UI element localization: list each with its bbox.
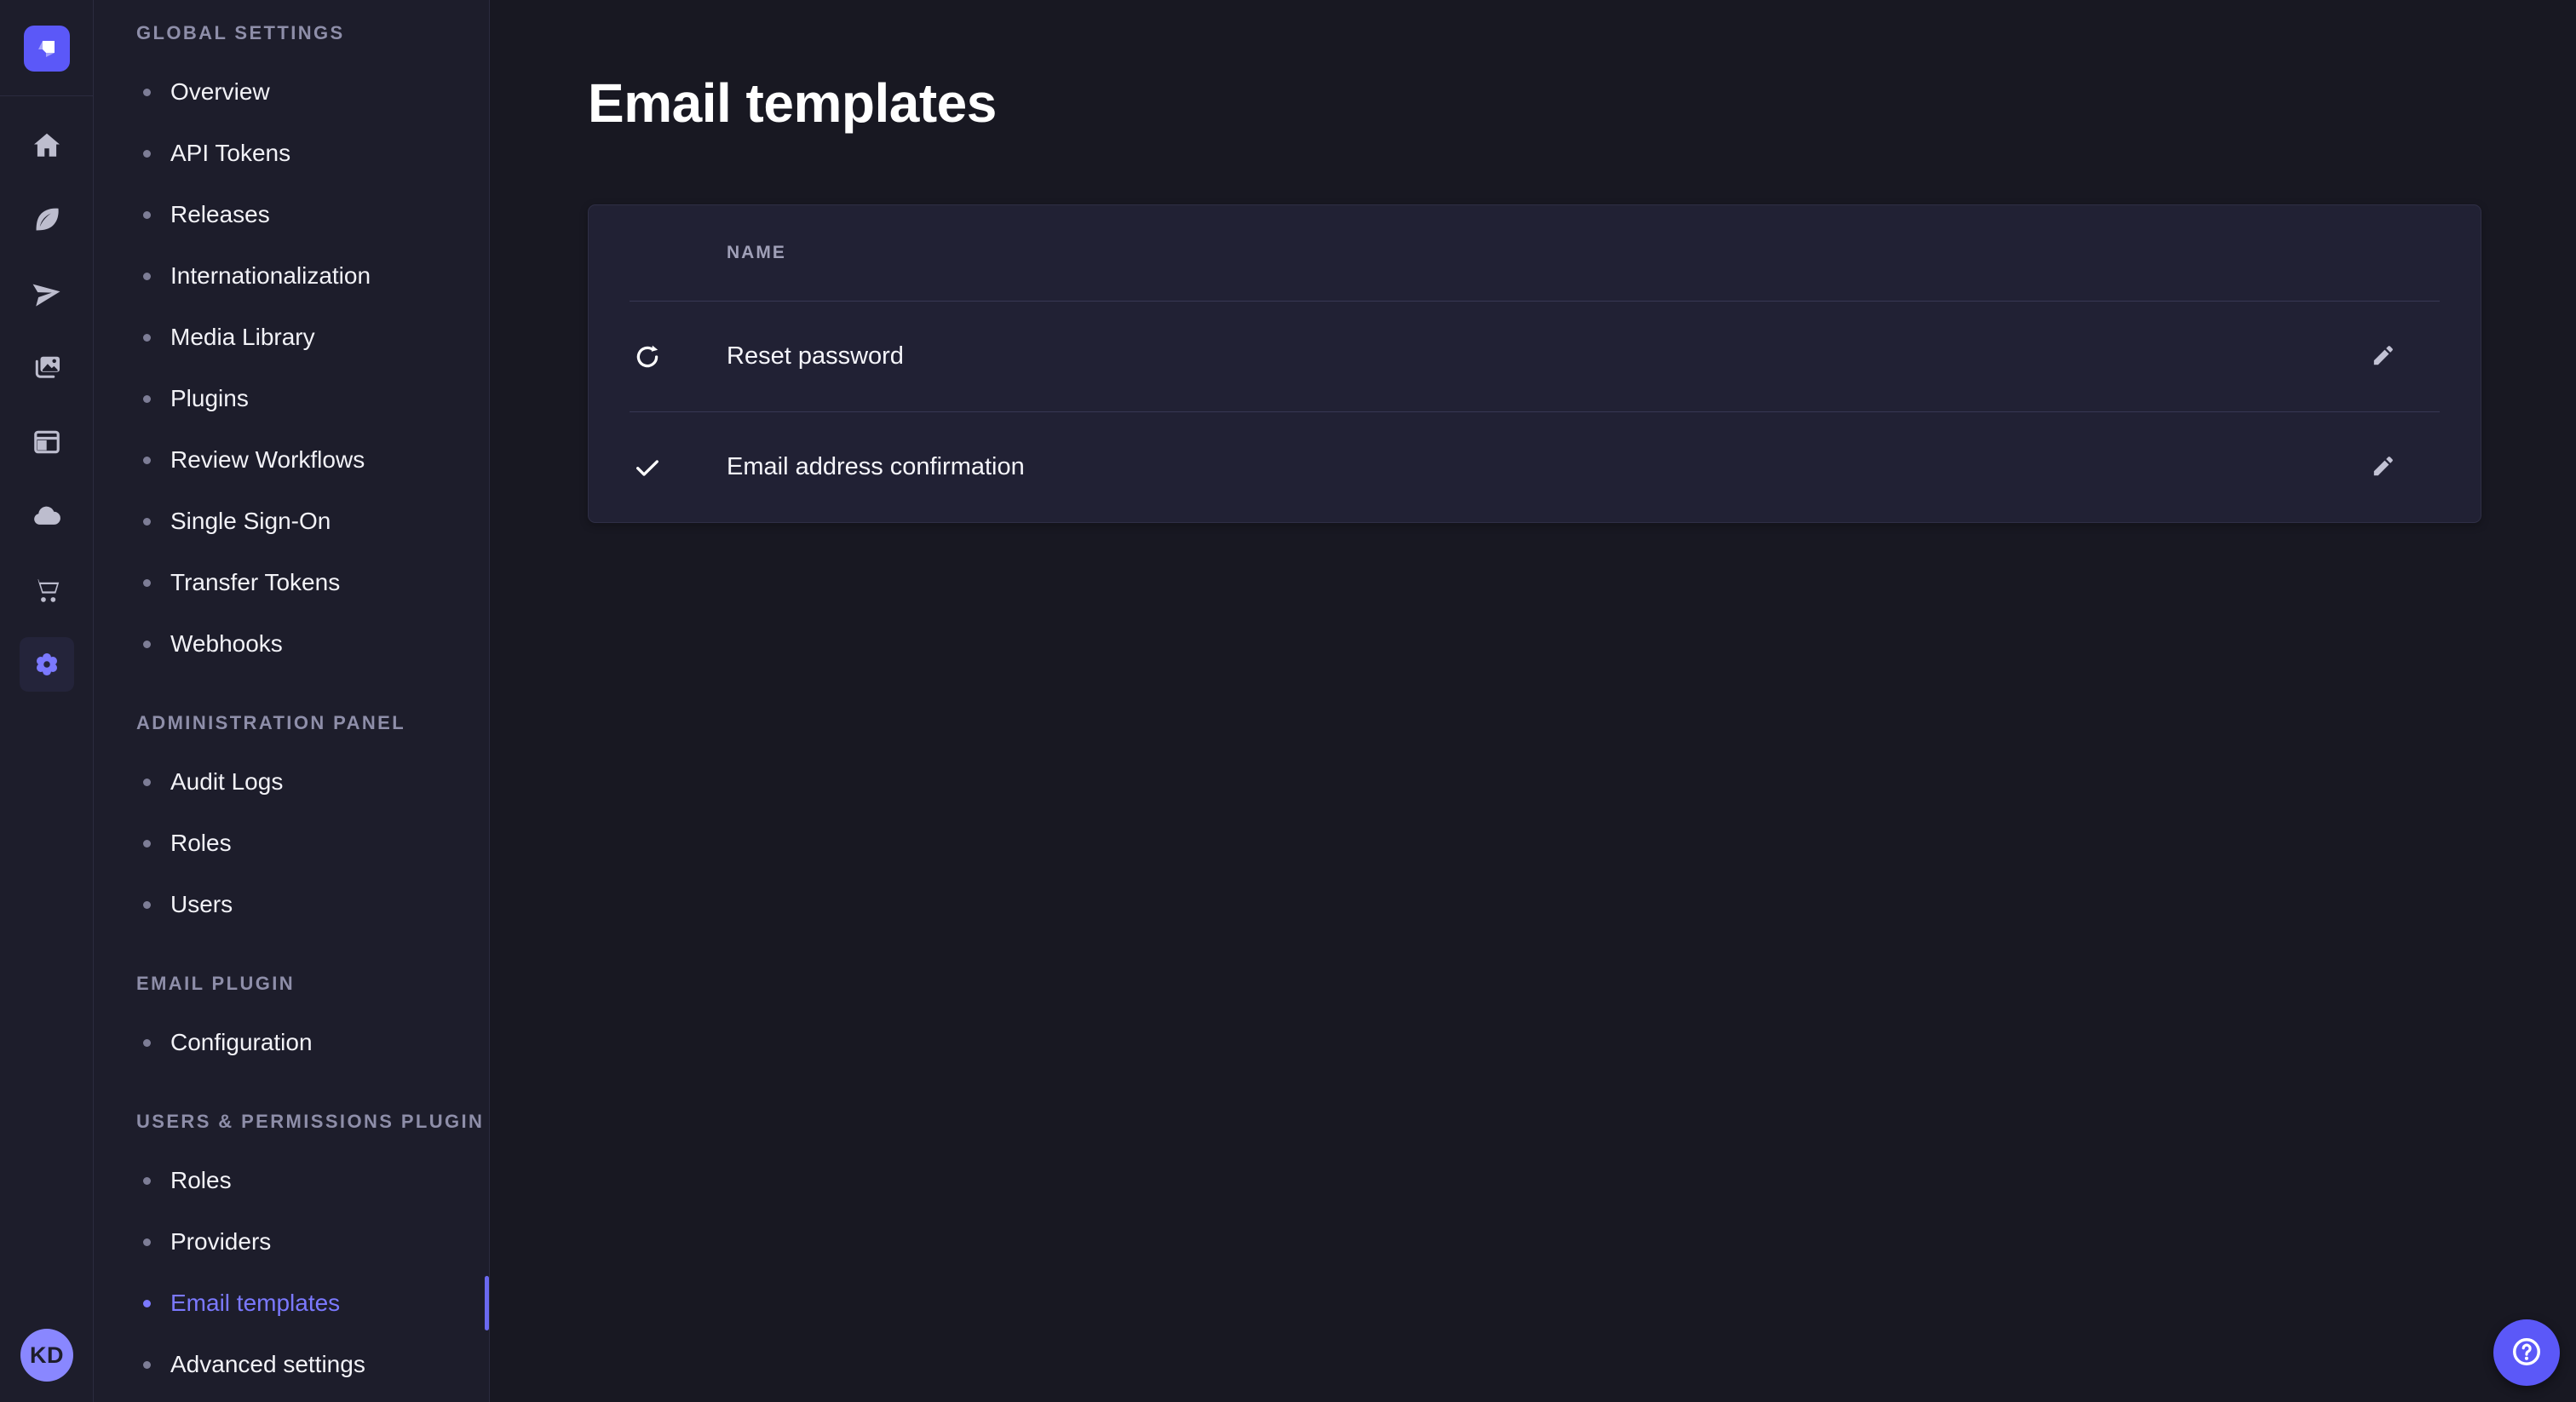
sidebar-item-review-workflows[interactable]: Review Workflows xyxy=(94,429,489,491)
pencil-icon[interactable] xyxy=(2358,333,2406,381)
refresh-icon xyxy=(630,339,665,375)
help-button[interactable] xyxy=(2493,1319,2560,1386)
content-type-builder-icon[interactable] xyxy=(20,192,74,247)
sidebar-item-admin-users[interactable]: Users xyxy=(94,874,489,935)
sidebar-item-media-library[interactable]: Media Library xyxy=(94,307,489,368)
section-title-administration-panel: ADMINISTRATION PANEL xyxy=(94,710,489,736)
page-title: Email templates xyxy=(588,71,2576,135)
sidebar-item-providers[interactable]: Providers xyxy=(94,1211,489,1273)
sidebar-item-api-tokens[interactable]: API Tokens xyxy=(94,123,489,184)
pencil-icon[interactable] xyxy=(2358,444,2406,491)
rail-divider xyxy=(0,95,94,96)
sidebar-item-advanced-settings[interactable]: Advanced settings xyxy=(94,1334,489,1395)
settings-subnav: GLOBAL SETTINGS Overview API Tokens Rele… xyxy=(94,0,490,1402)
home-icon[interactable] xyxy=(20,118,74,173)
template-name: Email address confirmation xyxy=(727,453,1025,481)
email-templates-table: NAME Reset password xyxy=(588,204,2481,523)
bullet-icon xyxy=(143,273,151,280)
table-row-email-confirmation[interactable]: Email address confirmation xyxy=(589,412,2481,522)
sidebar-item-single-sign-on[interactable]: Single Sign-On xyxy=(94,491,489,552)
strapi-logo[interactable] xyxy=(24,26,70,72)
table-header-row: NAME xyxy=(589,205,2481,301)
sidebar-item-admin-roles[interactable]: Roles xyxy=(94,813,489,874)
check-icon xyxy=(630,450,665,486)
bullet-icon xyxy=(143,840,151,848)
marketplace-icon[interactable] xyxy=(20,563,74,618)
bullet-icon xyxy=(143,1039,151,1047)
sidebar-item-plugins[interactable]: Plugins xyxy=(94,368,489,429)
icon-rail: KD xyxy=(0,0,94,1402)
sidebar-item-audit-logs[interactable]: Audit Logs xyxy=(94,751,489,813)
sidebar-item-transfer-tokens[interactable]: Transfer Tokens xyxy=(94,552,489,613)
bullet-icon xyxy=(143,901,151,909)
settings-icon[interactable] xyxy=(20,637,74,692)
section-title-global-settings: GLOBAL SETTINGS xyxy=(94,20,489,46)
bullet-icon xyxy=(143,1238,151,1246)
active-indicator xyxy=(485,1276,489,1330)
bullet-icon xyxy=(143,518,151,526)
avatar-initials: KD xyxy=(30,1342,64,1369)
media-library-icon[interactable] xyxy=(20,341,74,395)
bullet-icon xyxy=(143,89,151,96)
main-content: Email templates NAME Reset password xyxy=(490,0,2576,1402)
deploy-icon[interactable] xyxy=(20,267,74,321)
sidebar-item-releases[interactable]: Releases xyxy=(94,184,489,245)
template-name: Reset password xyxy=(727,342,904,371)
bullet-icon xyxy=(143,579,151,587)
section-title-users-permissions-plugin: USERS & PERMISSIONS PLUGIN xyxy=(94,1109,489,1135)
avatar[interactable]: KD xyxy=(20,1329,73,1382)
bullet-icon xyxy=(143,641,151,648)
bullet-icon xyxy=(143,395,151,403)
sidebar-item-webhooks[interactable]: Webhooks xyxy=(94,613,489,675)
question-mark-icon xyxy=(2510,1336,2543,1370)
bullet-icon xyxy=(143,1361,151,1369)
name-column-header: NAME xyxy=(727,243,786,263)
sidebar-item-overview[interactable]: Overview xyxy=(94,61,489,123)
section-title-email-plugin: EMAIL PLUGIN xyxy=(94,971,489,997)
sidebar-item-up-roles[interactable]: Roles xyxy=(94,1150,489,1211)
bullet-icon xyxy=(143,457,151,464)
bullet-icon xyxy=(143,334,151,342)
bullet-icon xyxy=(143,1177,151,1185)
cloud-icon[interactable] xyxy=(20,489,74,543)
sidebar-item-internationalization[interactable]: Internationalization xyxy=(94,245,489,307)
sidebar-item-email-configuration[interactable]: Configuration xyxy=(94,1012,489,1073)
bullet-icon xyxy=(143,150,151,158)
bullet-icon xyxy=(143,779,151,786)
strapi-logo-mark xyxy=(32,34,61,63)
content-manager-icon[interactable] xyxy=(20,415,74,469)
sidebar-item-email-templates[interactable]: Email templates xyxy=(94,1273,489,1334)
table-row-reset-password[interactable]: Reset password xyxy=(589,302,2481,411)
bullet-icon xyxy=(143,1300,151,1307)
bullet-icon xyxy=(143,211,151,219)
